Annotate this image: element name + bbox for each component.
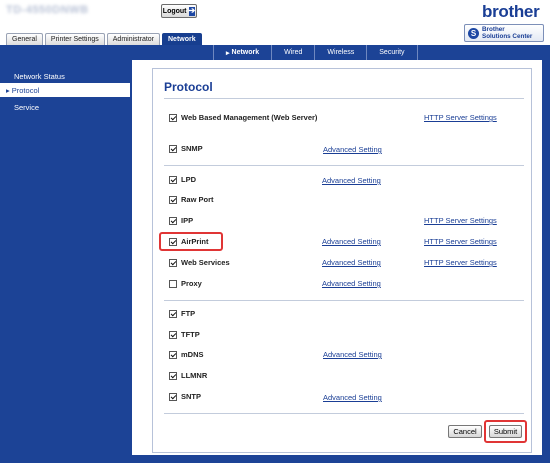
section-divider (164, 165, 524, 166)
frame-bottom (132, 455, 550, 463)
web-services-advanced-setting-link[interactable]: Advanced Setting (322, 258, 381, 267)
snmp-advanced-setting-link[interactable]: Advanced Setting (323, 145, 382, 154)
web-services-checkbox[interactable] (169, 259, 177, 267)
submit-button[interactable]: Submit (489, 425, 522, 438)
lpd-advanced-setting-link[interactable]: Advanced Setting (322, 176, 381, 185)
logout-arrow-icon: ➔ (188, 6, 196, 16)
protocol-row-snmp: SNMP (169, 144, 203, 156)
airprint-http-server-settings-link[interactable]: HTTP Server Settings (424, 237, 497, 246)
protocol-label: AirPrint (181, 237, 209, 246)
cancel-button[interactable]: Cancel (448, 425, 482, 438)
frame-right (542, 60, 550, 463)
sidebar-item-service[interactable]: Service (0, 100, 130, 114)
protocol-row-lpd: LPD (169, 175, 196, 187)
mdns-checkbox[interactable] (169, 351, 177, 359)
sidebar-item-protocol[interactable]: Protocol (0, 83, 130, 97)
main-tabs: General Printer Settings Administrator N… (6, 33, 202, 45)
subnav-security[interactable]: Security (366, 45, 418, 60)
section-divider (164, 413, 524, 414)
section-divider (164, 300, 524, 301)
web-services-http-server-settings-link[interactable]: HTTP Server Settings (424, 258, 497, 267)
protocol-label: SNMP (181, 144, 203, 153)
airprint-advanced-setting-link[interactable]: Advanced Setting (322, 237, 381, 246)
protocol-label: SNTP (181, 392, 202, 401)
header: TD-4550DNWB Logout ➔ brother S Brother S… (0, 0, 550, 45)
solutions-center-button[interactable]: S Brother Solutions Center (464, 24, 544, 42)
protocol-label: LPD (181, 175, 196, 184)
proxy-advanced-setting-link[interactable]: Advanced Setting (322, 279, 381, 288)
protocol-label: mDNS (181, 350, 204, 359)
tab-general[interactable]: General (6, 33, 43, 45)
protocol-row-proxy: Proxy (169, 279, 202, 291)
protocol-row-ipp: IPP (169, 216, 193, 228)
protocol-row-sntp: SNTP (169, 392, 201, 404)
model-name: TD-4550DNWB (6, 4, 89, 16)
tab-printer-settings[interactable]: Printer Settings (44, 33, 105, 45)
ipp-http-server-settings-link[interactable]: HTTP Server Settings (424, 216, 497, 225)
page-title: Protocol (164, 80, 213, 94)
logout-label: Logout (162, 7, 187, 15)
protocol-row-web-based-management: Web Based Management (Web Server) (169, 113, 319, 135)
protocol-label: FTP (181, 309, 196, 318)
tab-administrator[interactable]: Administrator (106, 33, 160, 45)
protocol-label: Raw Port (181, 195, 214, 204)
snmp-checkbox[interactable] (169, 145, 177, 153)
protocol-label: LLMNR (181, 371, 208, 380)
web-based-management-checkbox[interactable] (169, 114, 177, 122)
subnav-bar: Network Wired Wireless Security (0, 45, 550, 60)
protocol-label: Web Based Management (Web Server) (181, 113, 318, 122)
sntp-advanced-setting-link[interactable]: Advanced Setting (323, 393, 382, 402)
subnav-wireless[interactable]: Wireless (314, 45, 366, 60)
protocol-row-llmnr: LLMNR (169, 371, 207, 383)
ipp-checkbox[interactable] (169, 217, 177, 225)
protocol-row-ftp: FTP (169, 309, 195, 321)
sntp-checkbox[interactable] (169, 393, 177, 401)
tftp-checkbox[interactable] (169, 331, 177, 339)
subnav-network[interactable]: Network (213, 45, 271, 60)
mdns-advanced-setting-link[interactable]: Advanced Setting (323, 350, 382, 359)
lpd-checkbox[interactable] (169, 176, 177, 184)
protocol-row-mdns: mDNS (169, 350, 204, 362)
llmnr-checkbox[interactable] (169, 372, 177, 380)
raw-port-checkbox[interactable] (169, 196, 177, 204)
protocol-row-web-services: Web Services (169, 258, 230, 270)
protocol-row-tftp: TFTP (169, 330, 200, 342)
logout-button[interactable]: Logout ➔ (161, 4, 197, 18)
title-divider (164, 98, 524, 99)
solutions-center-line1: Brother (482, 26, 505, 33)
solutions-center-icon: S (468, 27, 479, 39)
sidebar-item-network-status[interactable]: Network Status (0, 69, 130, 83)
airprint-checkbox[interactable] (169, 238, 177, 246)
protocol-label: TFTP (181, 330, 200, 339)
ftp-checkbox[interactable] (169, 310, 177, 318)
web-based-management-http-server-settings-link[interactable]: HTTP Server Settings (424, 113, 497, 122)
protocol-row-airprint: AirPrint (169, 237, 209, 249)
protocol-row-raw-port: Raw Port (169, 195, 214, 207)
protocol-label: Proxy (181, 279, 202, 288)
brother-logo: brother (482, 2, 540, 21)
subnav-wired[interactable]: Wired (271, 45, 314, 60)
tab-network[interactable]: Network (162, 33, 202, 45)
protocol-label: IPP (181, 216, 194, 225)
proxy-checkbox[interactable] (169, 280, 177, 288)
protocol-label: Web Services (181, 258, 230, 267)
sidebar: Network Status Protocol Service (0, 60, 132, 463)
solutions-center-line2: Solutions Center (482, 33, 533, 40)
